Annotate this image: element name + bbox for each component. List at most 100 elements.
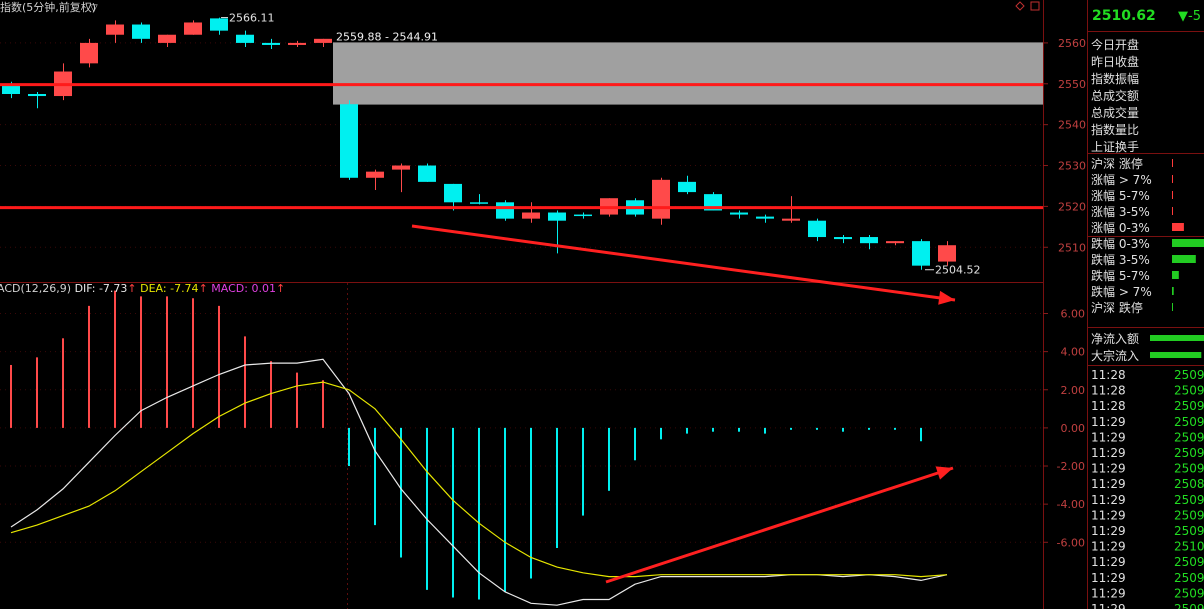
panel-field-label: 指数量比	[1091, 122, 1139, 137]
tick-price: 2509.	[1174, 524, 1204, 538]
candle-body[interactable]	[938, 245, 956, 262]
candle-body[interactable]	[834, 237, 852, 240]
candle-body[interactable]	[860, 237, 878, 244]
tick-time: 11:29	[1091, 415, 1126, 429]
candle[interactable]	[80, 38, 98, 68]
candle[interactable]	[522, 202, 540, 223]
candle[interactable]	[756, 214, 774, 223]
tick-time: 11:29	[1091, 571, 1126, 585]
candle[interactable]	[808, 218, 826, 242]
macd-value: MACD: 0.01	[211, 282, 276, 295]
candle-body[interactable]	[392, 165, 410, 170]
candle[interactable]	[886, 241, 904, 246]
candle[interactable]	[574, 212, 592, 219]
candle[interactable]	[28, 91, 46, 109]
tick-time: 11:29	[1091, 524, 1126, 538]
candle[interactable]	[340, 100, 358, 180]
candle-body[interactable]	[210, 18, 228, 31]
resistance-band	[333, 42, 1043, 105]
candle[interactable]	[470, 194, 488, 205]
candle[interactable]	[288, 40, 306, 47]
candle[interactable]	[262, 38, 280, 50]
candle[interactable]	[392, 163, 410, 193]
candle[interactable]	[418, 163, 436, 182]
candle-body[interactable]	[496, 202, 514, 219]
panel-field-label: 总成交额	[1091, 88, 1139, 103]
candle-body[interactable]	[28, 94, 46, 97]
candle-body[interactable]	[262, 42, 280, 45]
title-dropdown-icon[interactable]: ▽	[90, 3, 98, 14]
candle-body[interactable]	[782, 218, 800, 221]
candle-body[interactable]	[288, 42, 306, 45]
tick-time: 11:29	[1091, 540, 1126, 554]
candle-body[interactable]	[886, 241, 904, 244]
diamond-icon[interactable]	[1015, 1, 1025, 11]
macd-name: ACD(12,26,9)	[0, 282, 71, 295]
candle[interactable]	[652, 177, 670, 225]
candle-body[interactable]	[470, 202, 488, 204]
breadth-bar	[1172, 159, 1173, 167]
candle-body[interactable]	[314, 38, 332, 43]
window-icon[interactable]	[1030, 1, 1040, 11]
candle[interactable]	[54, 63, 72, 101]
candle[interactable]	[132, 22, 150, 43]
candle-body[interactable]	[2, 85, 20, 94]
candle-body[interactable]	[652, 179, 670, 219]
tick-time: 11:29	[1091, 462, 1126, 476]
tick-price: 2510.	[1174, 540, 1204, 554]
candle-body[interactable]	[132, 24, 150, 39]
candle[interactable]	[678, 175, 696, 195]
candle[interactable]	[496, 200, 514, 221]
candle-body[interactable]	[756, 216, 774, 219]
candle[interactable]	[184, 20, 202, 35]
tick-time: 11:29	[1091, 477, 1126, 491]
candle[interactable]	[366, 169, 384, 191]
breadth-label: 沪深 涨停	[1091, 156, 1143, 171]
macd-up-trend-arrow-head	[935, 466, 953, 480]
candle[interactable]	[236, 30, 254, 47]
tick-price: 2509.	[1174, 493, 1204, 507]
candle[interactable]	[938, 241, 956, 266]
dif-arrow: ↑	[127, 282, 136, 295]
macd-tick-label: 0.00	[1061, 422, 1086, 435]
candle-body[interactable]	[912, 241, 930, 266]
candle-body[interactable]	[418, 165, 436, 182]
candle[interactable]	[730, 210, 748, 219]
macd-tick-label: -4.00	[1057, 498, 1085, 511]
macd-arrow: ↑	[276, 282, 285, 295]
candle-body[interactable]	[678, 181, 696, 193]
candle[interactable]	[834, 235, 852, 244]
candle-body[interactable]	[808, 220, 826, 238]
macd-tick-label: -6.00	[1057, 536, 1085, 549]
tick-time: 11:28	[1091, 368, 1126, 382]
tick-price: 2508.	[1174, 477, 1204, 491]
candle-body[interactable]	[366, 171, 384, 178]
candle[interactable]	[782, 196, 800, 223]
candle-body[interactable]	[548, 212, 566, 221]
candle[interactable]	[314, 38, 332, 47]
candle-body[interactable]	[444, 183, 462, 203]
macd-up-trend-arrow-shaft	[605, 466, 954, 584]
candle-body[interactable]	[80, 42, 98, 64]
candle-body[interactable]	[340, 104, 358, 178]
candle[interactable]	[912, 239, 930, 270]
breadth-label: 涨幅 3-5%	[1091, 204, 1150, 219]
axis-layer: 2560 2550 2540 2530 2520 2510 6.00 4.00 2.00 0.00…	[1043, 37, 1086, 549]
breadth-bar	[1172, 207, 1173, 215]
candle-body[interactable]	[522, 212, 540, 219]
price-tick-label: 2520	[1058, 200, 1086, 213]
tick-time: 11:29	[1091, 508, 1126, 522]
candle-body[interactable]	[106, 24, 124, 35]
candle-body[interactable]	[184, 22, 202, 35]
panel-field-label: 上证换手	[1091, 140, 1139, 154]
candle[interactable]	[210, 17, 228, 35]
candle-body[interactable]	[158, 34, 176, 43]
candle-body[interactable]	[574, 214, 592, 217]
breadth-label: 沪深 跌停	[1091, 300, 1143, 315]
tick-time: 11:29	[1091, 602, 1126, 609]
candle[interactable]	[106, 20, 124, 43]
candle-body[interactable]	[236, 34, 254, 43]
candle-body[interactable]	[730, 212, 748, 215]
candle[interactable]	[158, 34, 176, 47]
flow-label: 大宗流入	[1091, 348, 1139, 363]
